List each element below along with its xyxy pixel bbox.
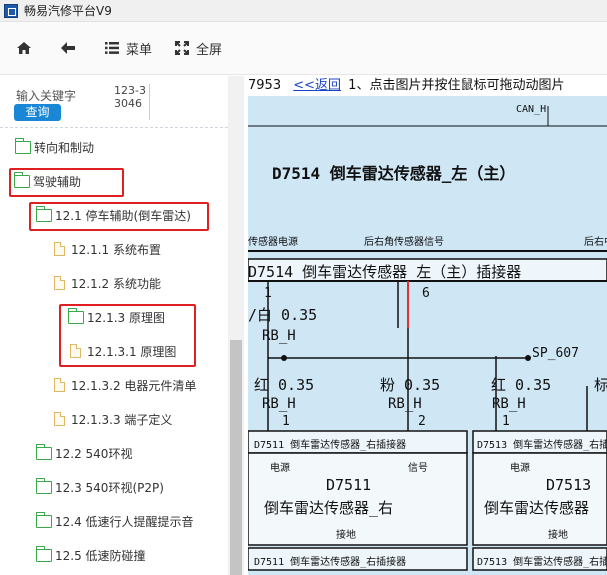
component-code: D7513 [546,476,592,494]
power-label: 电源 [270,463,290,474]
toolbar: 菜单 全屏 [0,22,607,75]
folder-icon [35,477,52,494]
tree-item[interactable]: 12.1.3.3 端子定义 [52,404,172,434]
home-button[interactable] [16,41,38,55]
pin-label: 2 [418,414,426,429]
code-value: 123-33046 [114,84,150,120]
tree-item-label: 12.2 540环视 [55,446,133,461]
wire-label: /白 0.35 [248,306,318,324]
back-button[interactable] [60,41,82,55]
net-label: RB_H [262,396,296,412]
fullscreen-button[interactable]: 全屏 [174,39,222,58]
folder-icon [35,511,52,528]
back-link[interactable]: <<返回 [293,78,341,93]
tree-item-label: 12.1.2 系统功能 [71,276,161,291]
app-icon [4,3,18,18]
rear-corner-signal-label: 后右角传感器信号 [364,237,444,248]
content-header: 7953 <<返回 1、点击图片并按住鼠标可拖动动图片 [245,76,607,96]
tree-item[interactable]: 12.1.1 系统布置 [52,234,161,264]
arrow-left-icon [60,41,76,55]
wire-label: 粉 0.35 [380,376,441,394]
menu-label: 菜单 [126,42,153,58]
tree-item[interactable]: 12.1.2 系统功能 [52,268,161,298]
signal-label: 信号 [408,463,428,474]
net-label: RB_H [388,396,422,412]
highlight-box [29,202,209,231]
tree-item-label: 12.1.3.3 端子定义 [71,412,173,427]
title-bar: 畅易汽修平台V9 [0,0,607,22]
fullscreen-icon [174,40,190,56]
document-icon [54,378,65,392]
pin-label: 1 [264,286,272,301]
splice-label: SP_607 [532,346,579,361]
wiring-diagram[interactable]: CAN_H D7514 倒车雷达传感器_左（主） 传感器电源 后右角传感器信号 … [248,96,607,575]
connector-title: D7514 倒车雷达传感器_左（主）插接器 [248,263,522,281]
tree-item[interactable]: 12.3 540环视(P2P) [35,472,164,502]
connector-label: D7513 倒车雷达传感器_右插接器 [477,557,607,568]
tree-item-label: 12.4 低速行人提醒提示音 [55,514,194,529]
can-label: CAN_H [516,104,547,115]
app-title: 畅易汽修平台V9 [24,4,112,18]
folder-icon [35,545,52,562]
connector-label: D7511 倒车雷达传感器_右插接器 [254,557,407,568]
tree-item-label: 12.5 低速防碰撞 [55,548,146,563]
ground-label: 接地 [548,530,568,541]
folder-icon [35,443,52,460]
connector-label: D7511 倒车雷达传感器_右插接器 [254,440,407,451]
component-code: D7511 [326,476,372,494]
tree-item[interactable]: 12.1.3.2 电器元件清单 [52,370,196,400]
doc-code: 7953 [248,78,282,93]
tree-item[interactable]: 12.5 低速防碰撞 [35,540,146,570]
content-panel: 7953 <<返回 1、点击图片并按住鼠标可拖动动图片 CAN_H D7514 … [245,76,607,575]
tree-item-label: 转向和制动 [34,140,95,155]
list-icon [104,41,120,55]
highlight-box [59,304,196,367]
pin-label: 1 [502,414,510,429]
right-cut-label: 后右中 [584,237,607,248]
left-panel: 输入关键字 查询 123-33046 转向和制动 驾驶辅助 12.1 停车辅助(… [0,76,244,575]
net-label: RB_H [492,396,526,412]
ground-label: 接地 [336,530,356,541]
query-button[interactable]: 查询 [14,104,61,121]
home-icon [16,41,32,55]
power-label: 电源 [510,463,530,474]
pin-label: 6 [422,286,430,301]
sensor-power-label: 传感器电源 [248,237,298,248]
tree-item-label: 12.1.3.2 电器元件清单 [71,378,197,393]
keyword-label: 输入关键字 [16,89,77,103]
component-title: D7514 倒车雷达传感器_左（主） [272,164,516,183]
wire-label: 标 [594,376,607,394]
pin-label: 1 [282,414,290,429]
menu-button[interactable]: 菜单 [104,39,152,58]
fullscreen-label: 全屏 [196,42,223,58]
net-label: RB_H [262,328,296,344]
tree-item[interactable]: 12.2 540环视 [35,438,133,468]
component-name: 倒车雷达传感器_右 [264,499,394,517]
tree-item-label: 12.3 540环视(P2P) [55,480,164,495]
connector-label: D7513 倒车雷达传感器_右插接器 [477,440,607,451]
document-icon [54,276,65,290]
tree-item[interactable]: 转向和制动 [14,132,95,162]
folder-icon [14,137,31,154]
wire-label: 红 0.35 [491,376,552,394]
instruction-text: 1、点击图片并按住鼠标可拖动动图片 [348,78,565,93]
component-name: 倒车雷达传感器 [484,499,590,517]
wire-label: 红 0.35 [254,376,315,394]
document-icon [54,242,65,256]
highlight-box [9,168,124,197]
scrollbar-thumb[interactable] [230,340,242,575]
search-area: 输入关键字 查询 123-33046 [0,76,228,128]
tree-item-label: 12.1.1 系统布置 [71,242,161,257]
tree-item[interactable]: 12.4 低速行人提醒提示音 [35,506,194,536]
document-icon [54,412,65,426]
